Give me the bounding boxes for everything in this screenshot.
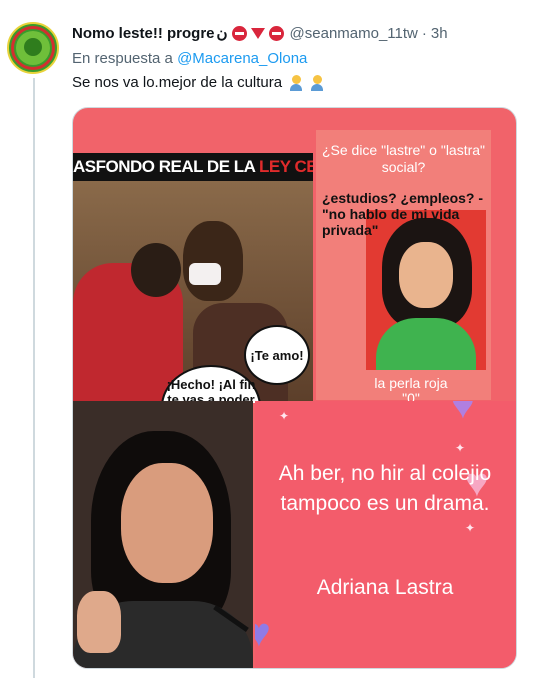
figure-hair: [183, 221, 243, 301]
face-mask: [189, 263, 221, 285]
author-name-suffix[interactable]: ن: [217, 24, 228, 42]
figure-hair: [131, 243, 181, 297]
panel-question: ¿Se dice "lastre" o "lastra" social?: [321, 142, 486, 175]
heart-icon: ♥: [451, 401, 475, 427]
separator-dot: ·: [421, 24, 427, 42]
speech-bubble-small: ¡Te amo!: [244, 325, 310, 385]
sparkle-icon: ✦: [455, 441, 466, 455]
red-triangle-icon: [250, 27, 265, 39]
sparkle-icon: ✦: [465, 521, 476, 535]
portrait-face: [121, 463, 213, 583]
reply-to-link[interactable]: @Macarena_Olona: [177, 50, 307, 67]
reply-prefix: En respuesta a: [72, 50, 173, 67]
thread-line: [33, 78, 35, 678]
meme-panel-bottom-left: [73, 401, 253, 668]
portrait-face: [399, 242, 453, 308]
meme-panel-top-right: ¿Se dice "lastre" o "lastra" social? ¿es…: [316, 130, 491, 406]
media-image[interactable]: ASFONDO REAL DE LA LEY CELAA ¡Te amo! ¡H…: [72, 107, 517, 669]
meme-panel-bottom-right: ♥ ♥ ♥ ✦ ✦ ✦ Ah ber, no hir al colejio ta…: [255, 401, 516, 668]
tweet-body: Se nos va lo.mejor de la cultura: [72, 74, 283, 91]
caption-line-1: la perla roja: [374, 375, 448, 391]
tweet-header: Nomo leste!! progre ن @seanmamo_11tw · 3…: [72, 22, 448, 44]
portrait-hand: [77, 591, 121, 653]
quote-author: Adriana Lastra: [316, 576, 454, 599]
no-entry-icon: [231, 25, 247, 41]
avatar[interactable]: [7, 22, 59, 74]
reply-context: En respuesta a @Macarena_Olona: [72, 50, 307, 67]
tweet-time[interactable]: 3h: [431, 25, 448, 42]
heart-icon: ♥: [255, 611, 271, 656]
quote-text: Ah ber, no hir al colejio tampoco es un …: [278, 462, 492, 515]
person-shrugging-icon: [289, 75, 303, 92]
no-entry-icon: [268, 25, 284, 41]
portrait-top: [376, 318, 476, 370]
author-handle[interactable]: @seanmamo_11tw: [290, 25, 418, 42]
meme-banner: ASFONDO REAL DE LA LEY CELAA: [73, 153, 313, 181]
panel-questions: ¿estudios? ¿empleos? -"no hablo de mi vi…: [322, 190, 484, 238]
sparkle-icon: ✦: [279, 409, 290, 423]
meme-panel-top-left: ASFONDO REAL DE LA LEY CELAA ¡Te amo! ¡H…: [73, 153, 313, 403]
author-name[interactable]: Nomo leste!! progre: [72, 25, 215, 42]
avatar-face: [24, 38, 42, 56]
tweet-text: Se nos va lo.mejor de la cultura: [72, 74, 324, 92]
person-shrugging-icon: [310, 75, 324, 92]
